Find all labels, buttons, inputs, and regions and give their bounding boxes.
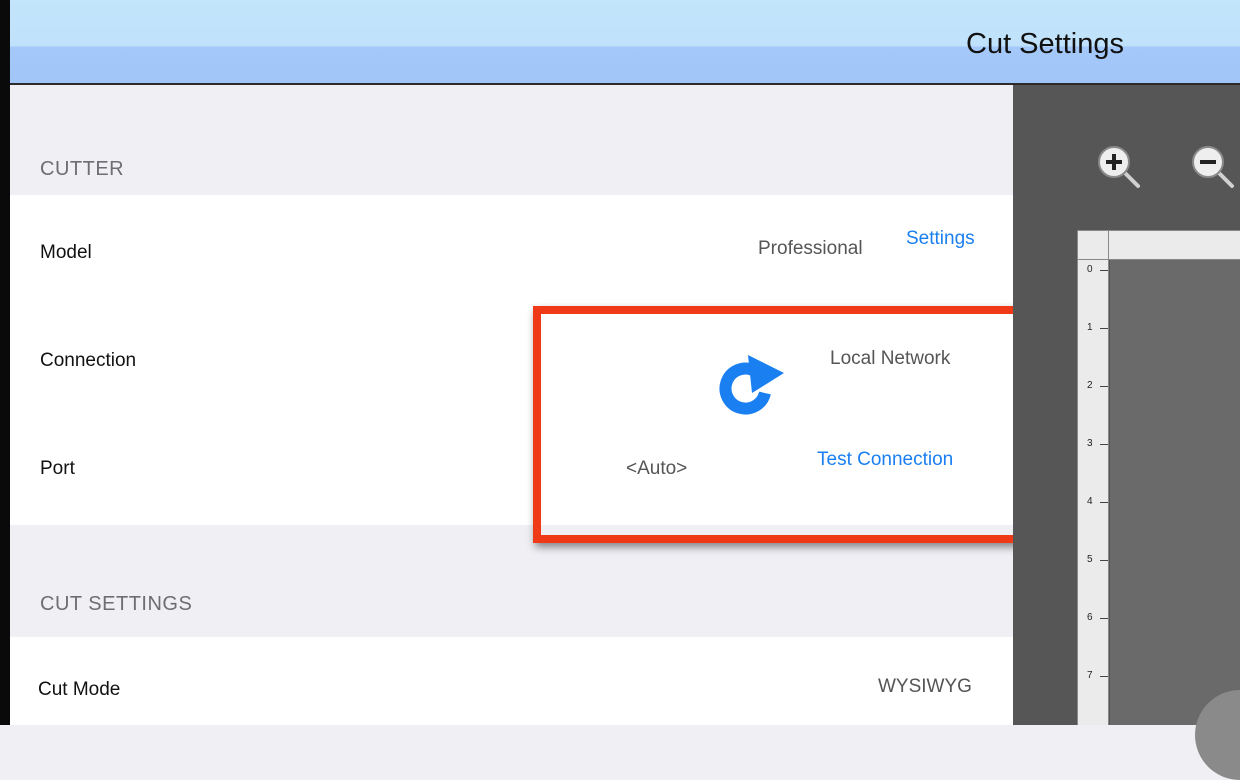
cut-mode-label: Cut Mode bbox=[38, 679, 121, 700]
ruler-tick bbox=[1100, 560, 1108, 561]
ruler-corner bbox=[1077, 230, 1109, 260]
ruler-tick bbox=[1100, 270, 1108, 271]
ruler-tick bbox=[1100, 444, 1108, 445]
ruler-tick-label: 3 bbox=[1087, 438, 1093, 449]
zoom-out-icon[interactable] bbox=[1186, 140, 1238, 192]
model-value: Professional bbox=[758, 238, 863, 259]
ruler-tick-label: 6 bbox=[1087, 612, 1093, 623]
row-model[interactable]: Model Professional Settings bbox=[10, 195, 1013, 303]
ruler-tick-label: 0 bbox=[1087, 264, 1093, 275]
horizontal-ruler bbox=[1109, 230, 1240, 260]
ruler-tick-label: 2 bbox=[1087, 380, 1093, 391]
annotation-highlight-box bbox=[533, 306, 1049, 543]
page-title: Cut Settings bbox=[966, 28, 1124, 60]
cut-mode-value: WYSIWYG bbox=[878, 676, 972, 697]
ruler-tick-label: 7 bbox=[1087, 670, 1093, 681]
section-header-cutter: CUTTER bbox=[40, 158, 125, 180]
row-cut-mode[interactable]: Cut Mode WYSIWYG bbox=[10, 637, 1013, 725]
cutting-mat[interactable] bbox=[1110, 260, 1240, 725]
model-settings-link[interactable]: Settings bbox=[906, 228, 975, 250]
port-label: Port bbox=[40, 458, 75, 479]
ruler-tick-label: 5 bbox=[1087, 554, 1093, 565]
ruler-tick bbox=[1100, 676, 1108, 677]
ruler-tick-label: 1 bbox=[1087, 322, 1093, 333]
zoom-in-icon[interactable] bbox=[1092, 140, 1144, 192]
cut-settings-group: Cut Mode WYSIWYG bbox=[10, 637, 1013, 725]
ruler-tick bbox=[1100, 618, 1108, 619]
ruler-tick bbox=[1100, 328, 1108, 329]
vertical-ruler bbox=[1077, 260, 1109, 725]
ruler-tick-label: 4 bbox=[1087, 496, 1093, 507]
title-bar: Cut Settings bbox=[10, 0, 1240, 85]
window-left-edge bbox=[0, 0, 10, 725]
section-header-cut-settings: CUT SETTINGS bbox=[40, 593, 193, 615]
ruler-tick bbox=[1100, 386, 1108, 387]
connection-label: Connection bbox=[40, 350, 137, 371]
ruler-tick bbox=[1100, 502, 1108, 503]
model-label: Model bbox=[40, 242, 92, 263]
